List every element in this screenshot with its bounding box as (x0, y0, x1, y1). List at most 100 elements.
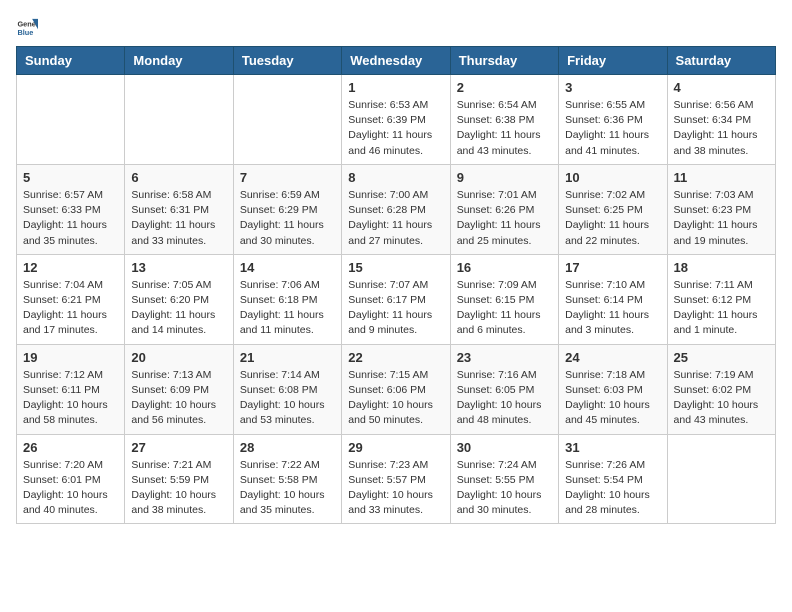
column-header-wednesday: Wednesday (342, 47, 450, 75)
day-number: 17 (565, 260, 660, 275)
day-number: 7 (240, 170, 335, 185)
svg-text:Blue: Blue (17, 28, 33, 37)
calendar-cell: 3 Sunrise: 6:55 AM Sunset: 6:36 PM Daylig… (559, 75, 667, 165)
calendar-cell: 29 Sunrise: 7:23 AM Sunset: 5:57 PM Dayli… (342, 434, 450, 524)
day-number: 25 (674, 350, 769, 365)
day-number: 10 (565, 170, 660, 185)
day-info: Sunrise: 7:09 AM Sunset: 6:15 PM Dayligh… (457, 278, 552, 339)
day-number: 3 (565, 80, 660, 95)
calendar-cell: 15 Sunrise: 7:07 AM Sunset: 6:17 PM Dayli… (342, 254, 450, 344)
calendar-cell: 23 Sunrise: 7:16 AM Sunset: 6:05 PM Dayli… (450, 344, 558, 434)
day-info: Sunrise: 6:56 AM Sunset: 6:34 PM Dayligh… (674, 98, 769, 159)
calendar-cell: 5 Sunrise: 6:57 AM Sunset: 6:33 PM Daylig… (17, 164, 125, 254)
day-number: 1 (348, 80, 443, 95)
calendar-cell (17, 75, 125, 165)
day-number: 19 (23, 350, 118, 365)
calendar-cell: 26Sunrise: 7:20 AM Sunset: 6:01 PM Dayli… (17, 434, 125, 524)
day-number: 4 (674, 80, 769, 95)
calendar-header-row: SundayMondayTuesdayWednesdayThursdayFrid… (17, 47, 776, 75)
calendar-cell: 27 Sunrise: 7:21 AM Sunset: 5:59 PM Dayli… (125, 434, 233, 524)
column-header-sunday: Sunday (17, 47, 125, 75)
calendar-cell: 1Sunrise: 6:53 AM Sunset: 6:39 PM Daylig… (342, 75, 450, 165)
day-info: Sunrise: 7:11 AM Sunset: 6:12 PM Dayligh… (674, 278, 769, 339)
day-number: 20 (131, 350, 226, 365)
day-number: 14 (240, 260, 335, 275)
day-info: Sunrise: 7:23 AM Sunset: 5:57 PM Dayligh… (348, 458, 443, 519)
calendar-cell: 31Sunrise: 7:26 AM Sunset: 5:54 PM Dayli… (559, 434, 667, 524)
day-number: 2 (457, 80, 552, 95)
calendar-cell: 8Sunrise: 7:00 AM Sunset: 6:28 PM Daylig… (342, 164, 450, 254)
calendar-cell: 28 Sunrise: 7:22 AM Sunset: 5:58 PM Dayli… (233, 434, 341, 524)
calendar-cell: 6 Sunrise: 6:58 AM Sunset: 6:31 PM Daylig… (125, 164, 233, 254)
day-number: 5 (23, 170, 118, 185)
calendar-cell (125, 75, 233, 165)
calendar-cell: 19 Sunrise: 7:12 AM Sunset: 6:11 PM Dayli… (17, 344, 125, 434)
day-info: Sunrise: 7:18 AM Sunset: 6:03 PM Dayligh… (565, 368, 660, 429)
calendar-week-row: 5 Sunrise: 6:57 AM Sunset: 6:33 PM Daylig… (17, 164, 776, 254)
day-info: Sunrise: 7:07 AM Sunset: 6:17 PM Dayligh… (348, 278, 443, 339)
day-info: Sunrise: 7:24 AM Sunset: 5:55 PM Dayligh… (457, 458, 552, 519)
day-info: Sunrise: 7:02 AM Sunset: 6:25 PM Dayligh… (565, 188, 660, 249)
day-number: 13 (131, 260, 226, 275)
logo: General Blue (16, 16, 42, 38)
day-info: Sunrise: 7:10 AM Sunset: 6:14 PM Dayligh… (565, 278, 660, 339)
day-number: 16 (457, 260, 552, 275)
day-number: 30 (457, 440, 552, 455)
day-number: 9 (457, 170, 552, 185)
calendar-cell: 21Sunrise: 7:14 AM Sunset: 6:08 PM Dayli… (233, 344, 341, 434)
day-info: Sunrise: 6:57 AM Sunset: 6:33 PM Dayligh… (23, 188, 118, 249)
day-info: Sunrise: 7:22 AM Sunset: 5:58 PM Dayligh… (240, 458, 335, 519)
day-number: 23 (457, 350, 552, 365)
day-number: 22 (348, 350, 443, 365)
calendar-cell: 22 Sunrise: 7:15 AM Sunset: 6:06 PM Dayli… (342, 344, 450, 434)
column-header-monday: Monday (125, 47, 233, 75)
day-info: Sunrise: 7:26 AM Sunset: 5:54 PM Dayligh… (565, 458, 660, 519)
calendar-cell: 14Sunrise: 7:06 AM Sunset: 6:18 PM Dayli… (233, 254, 341, 344)
calendar-cell: 24 Sunrise: 7:18 AM Sunset: 6:03 PM Dayli… (559, 344, 667, 434)
day-number: 12 (23, 260, 118, 275)
day-number: 26 (23, 440, 118, 455)
day-info: Sunrise: 7:16 AM Sunset: 6:05 PM Dayligh… (457, 368, 552, 429)
calendar-cell: 16 Sunrise: 7:09 AM Sunset: 6:15 PM Dayli… (450, 254, 558, 344)
calendar-cell: 11 Sunrise: 7:03 AM Sunset: 6:23 PM Dayli… (667, 164, 775, 254)
logo-icon: General Blue (16, 16, 38, 38)
day-number: 6 (131, 170, 226, 185)
day-number: 28 (240, 440, 335, 455)
calendar-table: SundayMondayTuesdayWednesdayThursdayFrid… (16, 46, 776, 524)
calendar-cell: 13 Sunrise: 7:05 AM Sunset: 6:20 PM Dayli… (125, 254, 233, 344)
day-number: 11 (674, 170, 769, 185)
column-header-thursday: Thursday (450, 47, 558, 75)
day-info: Sunrise: 7:12 AM Sunset: 6:11 PM Dayligh… (23, 368, 118, 429)
day-info: Sunrise: 7:13 AM Sunset: 6:09 PM Dayligh… (131, 368, 226, 429)
day-number: 15 (348, 260, 443, 275)
column-header-saturday: Saturday (667, 47, 775, 75)
day-info: Sunrise: 7:21 AM Sunset: 5:59 PM Dayligh… (131, 458, 226, 519)
day-info: Sunrise: 6:58 AM Sunset: 6:31 PM Dayligh… (131, 188, 226, 249)
day-info: Sunrise: 7:05 AM Sunset: 6:20 PM Dayligh… (131, 278, 226, 339)
calendar-cell (667, 434, 775, 524)
day-info: Sunrise: 7:04 AM Sunset: 6:21 PM Dayligh… (23, 278, 118, 339)
column-header-tuesday: Tuesday (233, 47, 341, 75)
calendar-cell: 9Sunrise: 7:01 AM Sunset: 6:26 PM Daylig… (450, 164, 558, 254)
calendar-cell: 25 Sunrise: 7:19 AM Sunset: 6:02 PM Dayli… (667, 344, 775, 434)
day-number: 29 (348, 440, 443, 455)
day-number: 24 (565, 350, 660, 365)
day-info: Sunrise: 6:55 AM Sunset: 6:36 PM Dayligh… (565, 98, 660, 159)
day-info: Sunrise: 7:15 AM Sunset: 6:06 PM Dayligh… (348, 368, 443, 429)
calendar-week-row: 1Sunrise: 6:53 AM Sunset: 6:39 PM Daylig… (17, 75, 776, 165)
calendar-cell: 2 Sunrise: 6:54 AM Sunset: 6:38 PM Daylig… (450, 75, 558, 165)
calendar-cell: 10 Sunrise: 7:02 AM Sunset: 6:25 PM Dayli… (559, 164, 667, 254)
day-info: Sunrise: 7:03 AM Sunset: 6:23 PM Dayligh… (674, 188, 769, 249)
calendar-cell: 12 Sunrise: 7:04 AM Sunset: 6:21 PM Dayli… (17, 254, 125, 344)
day-number: 27 (131, 440, 226, 455)
calendar-cell: 18Sunrise: 7:11 AM Sunset: 6:12 PM Dayli… (667, 254, 775, 344)
page-header: General Blue (16, 16, 776, 38)
column-header-friday: Friday (559, 47, 667, 75)
day-info: Sunrise: 7:19 AM Sunset: 6:02 PM Dayligh… (674, 368, 769, 429)
day-number: 21 (240, 350, 335, 365)
day-info: Sunrise: 6:54 AM Sunset: 6:38 PM Dayligh… (457, 98, 552, 159)
calendar-week-row: 26Sunrise: 7:20 AM Sunset: 6:01 PM Dayli… (17, 434, 776, 524)
calendar-week-row: 19 Sunrise: 7:12 AM Sunset: 6:11 PM Dayli… (17, 344, 776, 434)
calendar-cell: 30 Sunrise: 7:24 AM Sunset: 5:55 PM Dayli… (450, 434, 558, 524)
calendar-cell (233, 75, 341, 165)
